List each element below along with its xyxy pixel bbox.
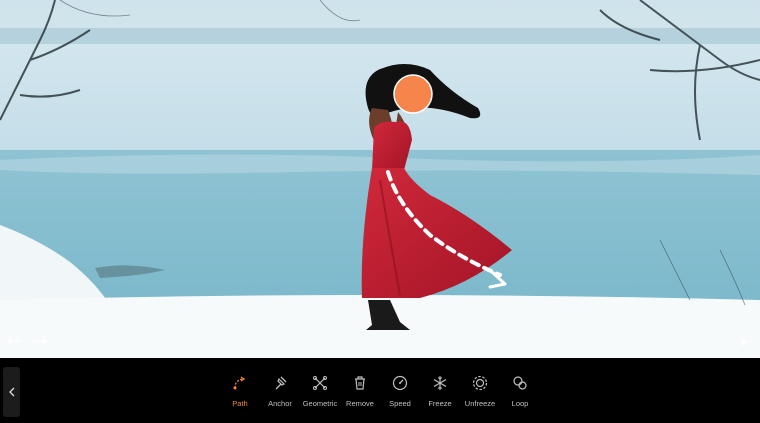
tool-label: Loop <box>511 399 529 408</box>
tool-label: Remove <box>346 399 374 408</box>
geometric-icon <box>311 374 329 392</box>
redo-arrow-icon[interactable] <box>32 333 48 349</box>
tool-geometric[interactable]: Geometric <box>300 374 340 408</box>
play-icon[interactable] <box>736 334 752 350</box>
tool-label: Freeze <box>428 399 452 408</box>
tool-label: Anchor <box>268 399 292 408</box>
undo-arrow-icon[interactable] <box>6 333 22 349</box>
chevron-left-icon <box>8 387 14 397</box>
speedometer-icon <box>391 374 409 392</box>
tool-label: Path <box>232 399 248 408</box>
path-icon <box>231 374 249 392</box>
trash-icon <box>351 374 369 392</box>
tool-loop[interactable]: Loop <box>500 374 540 408</box>
tool-list: Path Anchor Geometric Remove Speed Freez… <box>220 374 540 408</box>
loop-icon <box>511 374 529 392</box>
collapse-panel-button[interactable] <box>3 367 20 417</box>
tool-label: Geometric <box>302 399 338 408</box>
motion-editor: Path Anchor Geometric Remove Speed Freez… <box>0 0 760 423</box>
tool-unfreeze[interactable]: Unfreeze <box>460 374 500 408</box>
snowflake-icon <box>431 374 449 392</box>
tool-path[interactable]: Path <box>220 374 260 408</box>
anchor-pin-icon <box>271 374 289 392</box>
tool-anchor[interactable]: Anchor <box>260 374 300 408</box>
tool-remove[interactable]: Remove <box>340 374 380 408</box>
tool-freeze[interactable]: Freeze <box>420 374 460 408</box>
photo-canvas[interactable] <box>0 0 760 358</box>
tool-label: Unfreeze <box>464 399 496 408</box>
tool-speed[interactable]: Speed <box>380 374 420 408</box>
tool-label: Speed <box>389 399 411 408</box>
sun-icon <box>471 374 489 392</box>
